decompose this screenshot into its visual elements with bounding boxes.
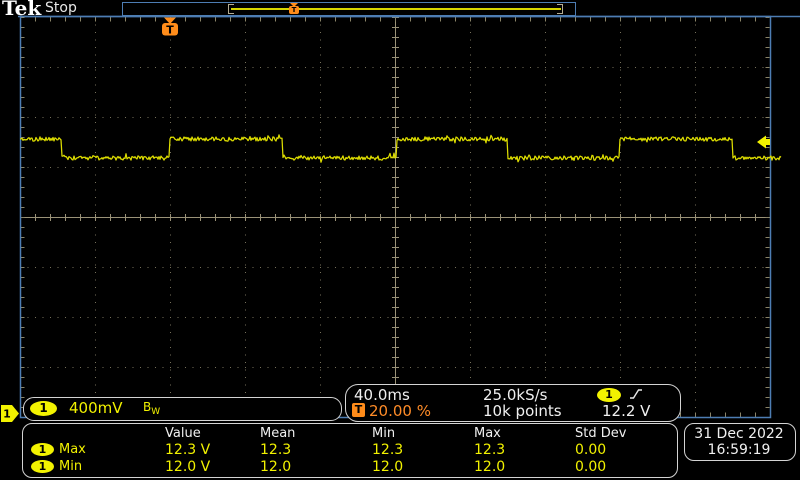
col-header-value: Value	[165, 426, 201, 441]
measurement-name: Max	[59, 442, 86, 457]
ch1-waveform-trace	[19, 134, 782, 163]
record-length: 10k points	[483, 402, 562, 420]
col-header-stddev: Std Dev	[575, 426, 627, 441]
tek-logo: Tek	[2, 0, 42, 20]
measurement-stddev: 0.00	[575, 459, 607, 475]
measurement-value: 12.3 V	[165, 442, 211, 458]
horizontal-trigger-readout[interactable]: 40.0ms 25.0kS/s 1 T 20.00 % 10k points 1…	[345, 384, 681, 422]
measurement-mean: 12.3	[260, 442, 292, 458]
trigger-t-icon: T	[352, 403, 365, 417]
measurement-name: Min	[59, 459, 83, 474]
measurement-table[interactable]: Value Mean Min Max Std Dev 1 Max 12.3 V …	[22, 423, 678, 478]
record-window-line	[231, 8, 561, 10]
col-header-min: Min	[372, 426, 396, 441]
svg-text:1: 1	[3, 408, 11, 421]
measurement-max: 12.3	[474, 442, 506, 458]
measurement-min: 12.3	[372, 442, 404, 458]
channel1-scale: 400mV	[69, 399, 123, 417]
measurement-stddev: 0.00	[575, 442, 607, 458]
channel1-badge: 1	[31, 460, 54, 473]
acquisition-status: Stop	[45, 0, 77, 16]
channel1-readout[interactable]: 1 400mV BW	[23, 397, 342, 421]
date-label: 31 Dec 2022	[694, 426, 784, 442]
col-header-max: Max	[474, 426, 501, 441]
channel1-badge: 1	[30, 401, 57, 416]
measurement-value: 12.0 V	[165, 459, 211, 475]
record-window-left-bracket[interactable]	[228, 4, 234, 14]
record-window-right-bracket[interactable]	[557, 4, 563, 14]
trigger-source-badge: 1	[597, 388, 621, 402]
measurement-min: 12.0	[372, 459, 404, 475]
record-trigger-t-icon: T	[289, 6, 299, 14]
svg-text:T: T	[166, 24, 174, 37]
bandwidth-limit-icon: BW	[143, 400, 161, 417]
trigger-position: 20.00 %	[369, 402, 431, 420]
measurement-mean: 12.0	[260, 459, 292, 475]
channel1-badge: 1	[31, 443, 54, 456]
col-header-mean: Mean	[260, 426, 296, 441]
trigger-slope-rising-icon	[630, 389, 642, 399]
trigger-level: 12.2 V	[602, 402, 651, 420]
oscilloscope-screen: T 1 Tek Stop T 1 400mV BW 40.0ms 25.0kS/s…	[0, 0, 800, 480]
measurement-max: 12.0	[474, 459, 506, 475]
record-view-bar[interactable]: T	[122, 2, 576, 16]
time-label: 16:59:19	[707, 442, 771, 458]
datetime-readout: 31 Dec 2022 16:59:19	[684, 423, 796, 461]
